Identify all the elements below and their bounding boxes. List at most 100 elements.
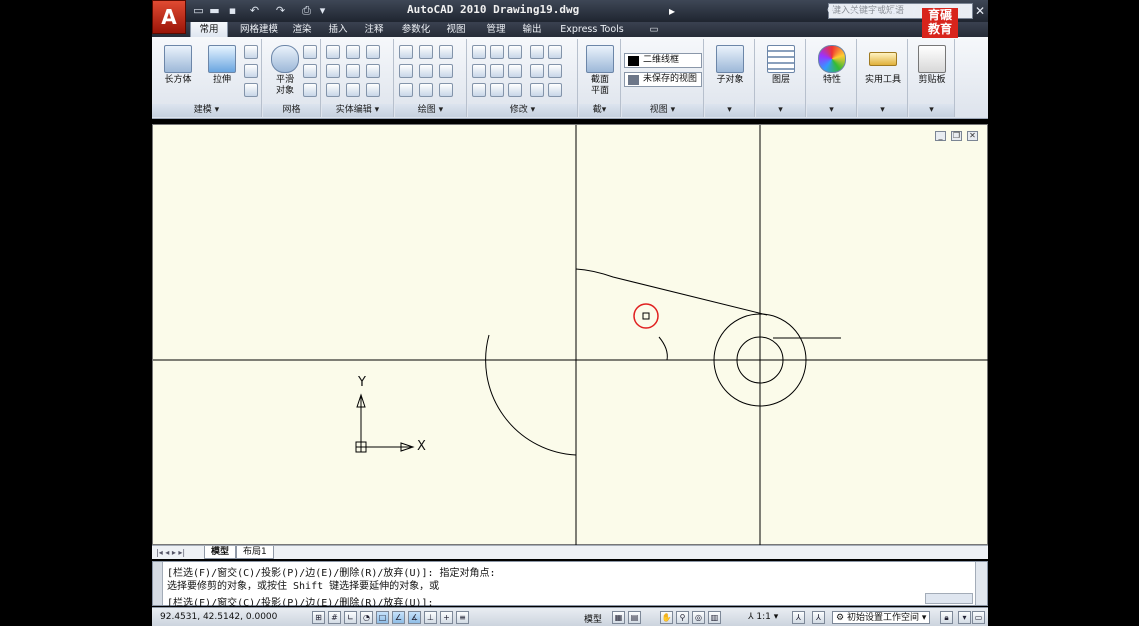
zoom-icon[interactable]: ⚲ bbox=[676, 611, 689, 624]
rectangle-icon[interactable] bbox=[419, 83, 433, 97]
ribbon-minimize-icon[interactable]: ▭ bbox=[646, 22, 662, 37]
undo-icon[interactable]: ↶ bbox=[248, 4, 261, 17]
scale-icon[interactable] bbox=[530, 45, 544, 59]
tab-mesh-modeling[interactable]: 网格建模 bbox=[234, 22, 284, 37]
revolve-icon[interactable] bbox=[244, 83, 258, 97]
align-icon[interactable] bbox=[472, 64, 486, 78]
command-horizontal-scrollbar[interactable] bbox=[925, 593, 973, 604]
fillet-icon[interactable] bbox=[548, 64, 562, 78]
box-button[interactable]: 长方体 bbox=[158, 43, 198, 86]
named-view-dropdown[interactable]: 未保存的视图 bbox=[624, 72, 702, 87]
mesh-refine-icon[interactable] bbox=[303, 64, 317, 78]
model-space-label[interactable]: 模型 bbox=[584, 612, 602, 625]
polar-tracking-icon[interactable]: ◔ bbox=[360, 611, 373, 624]
workspace-switch-dropdown[interactable]: ⚙ 初始设置工作空间 ▾ bbox=[832, 611, 931, 624]
auto-scale-icon[interactable]: ⅄ bbox=[812, 611, 825, 624]
utilities-expand-icon[interactable]: ▾ bbox=[858, 104, 907, 117]
quick-access-dropdown-icon[interactable]: ▾ bbox=[316, 4, 329, 17]
subscription-center-icon[interactable]: ✂ bbox=[848, 3, 864, 19]
panel-modeling-label[interactable]: 建模 ▾ bbox=[152, 104, 261, 117]
panel-draw-label[interactable]: 绘图 ▾ bbox=[395, 104, 466, 117]
ortho-mode-icon[interactable]: ∟ bbox=[344, 611, 357, 624]
panel-solid-editing-label[interactable]: 实体编辑 ▾ bbox=[322, 104, 393, 117]
favorites-star-icon[interactable]: ★ bbox=[886, 3, 902, 19]
panel-view-label[interactable]: 视图 ▾ bbox=[622, 104, 703, 117]
object-snap-tracking-icon[interactable]: ∡ bbox=[408, 611, 421, 624]
layout-tab-navigation-icons[interactable]: |◂ ◂ ▸ ▸| bbox=[156, 547, 200, 558]
tab-model[interactable]: 模型 bbox=[204, 546, 237, 559]
lineweight-icon[interactable]: ≡ bbox=[456, 611, 469, 624]
panel-mesh-label[interactable]: 网格 bbox=[263, 104, 320, 117]
tangent-line[interactable] bbox=[575, 268, 768, 316]
layers-expand-icon[interactable]: ▾ bbox=[756, 104, 805, 117]
extract-edges-icon[interactable] bbox=[366, 45, 380, 59]
application-menu-button[interactable]: A bbox=[152, 0, 186, 34]
new-file-icon[interactable]: ▭ bbox=[192, 4, 205, 17]
polysolid-icon[interactable] bbox=[244, 45, 258, 59]
command-window-grip[interactable] bbox=[153, 562, 163, 605]
binoculars-icon[interactable]: ⚲ bbox=[823, 3, 839, 19]
command-vertical-scrollbar[interactable] bbox=[975, 562, 987, 605]
section-plane-button[interactable]: 截面 平面 bbox=[580, 43, 620, 97]
annotation-visibility-icon[interactable]: ⅄ bbox=[792, 611, 805, 624]
drawing-close-icon[interactable]: ✕ bbox=[967, 131, 978, 141]
tab-parametric[interactable]: 参数化 bbox=[396, 22, 436, 37]
3d-polyline-icon[interactable] bbox=[419, 45, 433, 59]
search-expand-icon[interactable]: ▸ bbox=[664, 3, 680, 19]
drawing-minimize-icon[interactable]: _ bbox=[935, 131, 946, 141]
offset-icon[interactable] bbox=[508, 83, 522, 97]
mesh-smooth-more-icon[interactable] bbox=[303, 45, 317, 59]
erase-icon[interactable] bbox=[530, 83, 544, 97]
tab-insert[interactable]: 插入 bbox=[324, 22, 352, 37]
intersect-icon[interactable] bbox=[326, 83, 340, 97]
imprint-icon[interactable] bbox=[346, 64, 360, 78]
smooth-object-button[interactable]: 平滑 对象 bbox=[265, 43, 305, 97]
command-window[interactable]: [栏选(F)/窗交(C)/投影(P)/边(E)/删除(R)/放弃(U)]: 指定… bbox=[152, 561, 988, 609]
object-snap-icon[interactable]: □ bbox=[376, 611, 389, 624]
tab-annotate[interactable]: 注释 bbox=[360, 22, 388, 37]
spline-icon[interactable] bbox=[399, 64, 413, 78]
panel-section-label[interactable]: 截▾ bbox=[579, 104, 620, 117]
rotate-icon[interactable] bbox=[508, 64, 522, 78]
extrude-faces-icon[interactable] bbox=[366, 64, 380, 78]
subobject-expand-icon[interactable]: ▾ bbox=[705, 104, 754, 117]
clean-screen-icon[interactable]: ▭ bbox=[972, 611, 985, 624]
3d-rotate-icon[interactable] bbox=[490, 45, 504, 59]
snap-mode-icon[interactable]: ⊞ bbox=[312, 611, 325, 624]
large-arc[interactable] bbox=[485, 334, 577, 456]
tab-manage[interactable]: 管理 bbox=[482, 22, 510, 37]
tab-express-tools[interactable]: Express Tools bbox=[556, 22, 628, 37]
open-file-icon[interactable]: ▬ bbox=[208, 4, 221, 17]
properties-expand-icon[interactable]: ▾ bbox=[807, 104, 856, 117]
circle-icon[interactable] bbox=[439, 64, 453, 78]
stretch-icon[interactable] bbox=[530, 64, 544, 78]
model-view-icon[interactable]: ▦ bbox=[612, 611, 625, 624]
hatch-icon[interactable] bbox=[548, 83, 562, 97]
visual-style-dropdown[interactable]: 二维线框 bbox=[624, 53, 702, 68]
steeringwheel-icon[interactable]: ◎ bbox=[692, 611, 705, 624]
slice-icon[interactable] bbox=[346, 45, 360, 59]
polygon-icon[interactable] bbox=[399, 83, 413, 97]
clipboard-button[interactable]: 剪贴板 bbox=[912, 43, 952, 86]
close-window-icon[interactable]: ✕ bbox=[972, 3, 988, 19]
status-bar-menu-icon[interactable]: ▾ bbox=[958, 611, 971, 624]
extrude-button[interactable]: 拉伸 bbox=[202, 43, 242, 86]
clipboard-expand-icon[interactable]: ▾ bbox=[909, 104, 954, 117]
mirror-icon[interactable] bbox=[472, 45, 486, 59]
drawing-restore-icon[interactable]: ❐ bbox=[951, 131, 962, 141]
tab-view[interactable]: 视图 bbox=[442, 22, 470, 37]
separate-icon[interactable] bbox=[366, 83, 380, 97]
help-icon[interactable]: ? bbox=[906, 3, 922, 19]
communication-center-icon[interactable]: ↘ bbox=[868, 3, 884, 19]
tab-output[interactable]: 输出 bbox=[518, 22, 546, 37]
panel-modify-label[interactable]: 修改 ▾ bbox=[468, 104, 577, 117]
polyline-icon[interactable] bbox=[399, 45, 413, 59]
drawing-area[interactable]: Y X _ ❐ ✕ bbox=[152, 124, 989, 546]
tab-home[interactable]: 常用 bbox=[190, 22, 228, 37]
tab-layout1[interactable]: 布局1 bbox=[236, 546, 274, 559]
showmotion-icon[interactable]: ▥ bbox=[708, 611, 721, 624]
line-icon[interactable] bbox=[419, 64, 433, 78]
presspull-icon[interactable] bbox=[244, 64, 258, 78]
array-icon[interactable] bbox=[472, 83, 486, 97]
trim-icon[interactable] bbox=[548, 45, 562, 59]
